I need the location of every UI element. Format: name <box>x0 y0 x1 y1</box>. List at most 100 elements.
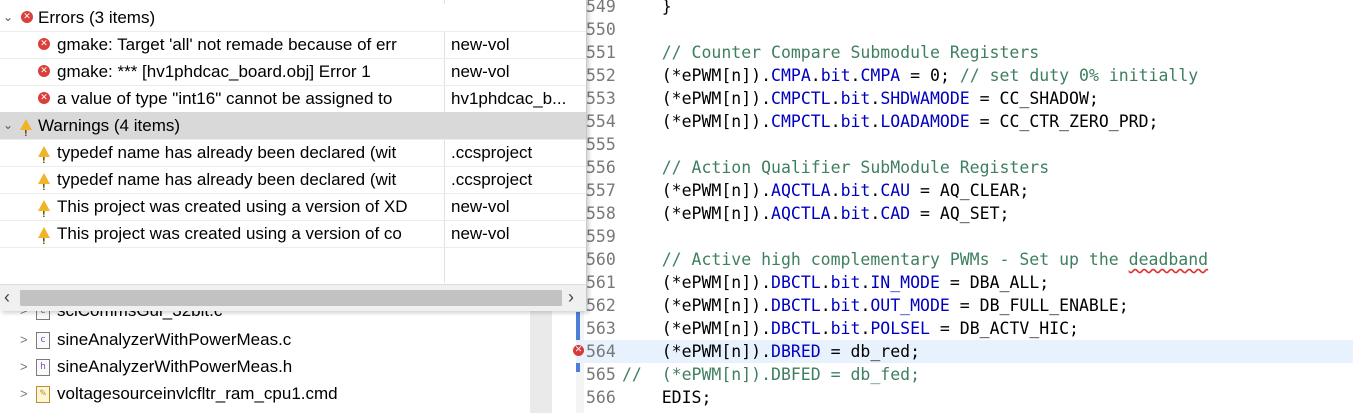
code-line[interactable]: 550 <box>576 18 1353 41</box>
code-text[interactable]: (*ePWM[n]).CMPCTL.bit.LOADAMODE = CC_CTR… <box>622 110 1159 133</box>
chevron-down-icon[interactable]: ⌄ <box>3 112 13 139</box>
code-token: (*ePWM[n]). <box>622 273 772 292</box>
code-line[interactable]: 551 // Counter Compare Submodule Registe… <box>576 41 1353 64</box>
code-text[interactable]: (*ePWM[n]).AQCTLA.bit.CAD = AQ_SET; <box>622 202 1010 225</box>
chevron-right-icon[interactable]: > <box>20 353 28 380</box>
code-line[interactable]: 561 (*ePWM[n]).DBCTL.bit.IN_MODE = DBA_A… <box>576 271 1353 294</box>
code-line[interactable]: 560 // Active high complementary PWMs - … <box>576 248 1353 271</box>
code-token: CAD <box>880 204 911 223</box>
code-token: . <box>860 296 871 315</box>
code-token: bit <box>830 319 861 338</box>
chevron-right-icon[interactable]: > <box>20 380 28 407</box>
chevron-right-icon[interactable]: > <box>20 326 28 353</box>
problem-description: gmake: Target 'all' not remade because o… <box>57 35 397 54</box>
code-line[interactable]: 552 (*ePWM[n]).CMPA.bit.CMPA = 0; // set… <box>576 64 1353 87</box>
code-line[interactable]: 563 (*ePWM[n]).DBCTL.bit.POLSEL = DB_ACT… <box>576 317 1353 340</box>
problem-row[interactable]: typedef name has already been declared (… <box>0 166 586 201</box>
code-line[interactable]: 558 (*ePWM[n]).AQCTLA.bit.CAD = AQ_SET; <box>576 202 1353 225</box>
code-text[interactable]: (*ePWM[n]).DBCTL.bit.OUT_MODE = DB_FULL_… <box>622 294 1129 317</box>
code-text[interactable]: (*ePWM[n]).DBCTL.bit.POLSEL = DB_ACTV_HI… <box>622 317 1079 340</box>
code-token: . <box>870 89 881 108</box>
code-text[interactable]: (*ePWM[n]).CMPCTL.bit.SHDWAMODE = CC_SHA… <box>622 87 1099 110</box>
code-text[interactable]: // Active high complementary PWMs - Set … <box>622 248 1208 271</box>
code-token: DBCTL <box>771 273 821 292</box>
tree-item[interactable]: > c sineAnalyzerWithPowerMeas.c <box>0 326 530 353</box>
code-token: bit <box>820 66 851 85</box>
problem-resource: .ccsproject <box>451 143 533 162</box>
code-token: . <box>870 112 881 131</box>
code-line[interactable]: 553 (*ePWM[n]).CMPCTL.bit.SHDWAMODE = CC… <box>576 87 1353 110</box>
code-text[interactable]: EDIS; <box>622 386 712 409</box>
problem-row[interactable]: ✕ a value of type "int16" cannot be assi… <box>0 85 586 113</box>
tree-item[interactable]: > h sineAnalyzerWithPowerMeas.h <box>0 353 530 380</box>
warning-icon <box>38 227 50 255</box>
error-icon: ✕ <box>38 65 50 77</box>
code-token: DBRED <box>771 342 821 361</box>
line-number: 563 <box>586 319 616 338</box>
scroll-left-icon[interactable]: ‹ <box>4 287 10 307</box>
code-token: . <box>870 204 881 223</box>
line-number: 560 <box>586 250 616 269</box>
problems-group-warnings[interactable]: ⌄ Warnings (4 items) <box>0 112 586 147</box>
scroll-right-icon[interactable]: › <box>568 287 574 307</box>
warning-icon <box>38 200 50 228</box>
code-token: . <box>830 181 841 200</box>
code-text[interactable]: (*ePWM[n]).DBCTL.bit.IN_MODE = DBA_ALL; <box>622 271 1049 294</box>
problem-resource: new-vol <box>451 62 510 81</box>
code-text[interactable]: // Action Qualifier SubModule Registers <box>622 156 1049 179</box>
line-number: 558 <box>586 204 616 223</box>
code-token: EDIS; <box>622 388 712 407</box>
explorer-scrollbar[interactable] <box>530 310 552 413</box>
problem-row[interactable]: typedef name has already been declared (… <box>0 139 586 174</box>
problems-view: ⌄ ✕ Errors (3 items) ✕ gmake: Target 'al… <box>0 0 587 311</box>
code-token: deadband <box>1128 250 1209 269</box>
code-token: . <box>830 204 841 223</box>
scrollbar-thumb[interactable] <box>20 290 562 306</box>
code-line[interactable]: 557 (*ePWM[n]).AQCTLA.bit.CAU = AQ_CLEAR… <box>576 179 1353 202</box>
line-number: 552 <box>586 66 616 85</box>
problem-row[interactable]: ✕ gmake: *** [hv1phdcac_board.obj] Error… <box>0 58 586 86</box>
code-line[interactable]: 565 // (*ePWM[n]).DBFED = db_fed; <box>576 363 1353 386</box>
code-token: = db_red; <box>820 342 921 361</box>
code-line[interactable]: 554 (*ePWM[n]).CMPCTL.bit.LOADAMODE = CC… <box>576 110 1353 133</box>
code-text[interactable]: } <box>622 0 672 18</box>
problems-group-errors[interactable]: ⌄ ✕ Errors (3 items) <box>0 4 586 32</box>
code-text[interactable]: // (*ePWM[n]).DBFED = db_fed; <box>622 363 920 386</box>
problem-row[interactable]: This project was created using a version… <box>0 220 586 255</box>
code-line[interactable]: 564 ✕ (*ePWM[n]).DBRED = db_red; <box>573 340 1353 363</box>
code-text[interactable]: (*ePWM[n]).CMPA.bit.CMPA = 0; // set dut… <box>622 64 1199 87</box>
code-token: CMPA <box>860 66 901 85</box>
code-token: // (*ePWM[n]).DBFED = db_fed; <box>622 365 921 384</box>
code-line[interactable]: 549 } <box>576 0 1353 18</box>
code-text[interactable]: // Counter Compare Submodule Registers <box>622 41 1040 64</box>
code-line[interactable]: 556 // Action Qualifier SubModule Regist… <box>576 156 1353 179</box>
warning-icon <box>38 146 50 174</box>
code-token: bit <box>840 204 871 223</box>
tree-item-label: sineAnalyzerWithPowerMeas.c <box>57 330 292 349</box>
problem-description: typedef name has already been declared (… <box>57 170 397 189</box>
tree-item[interactable]: > ✎ voltagesourceinvlcfltr_ram_cpu1.cmd <box>0 380 530 407</box>
chevron-down-icon[interactable]: ⌄ <box>3 4 13 31</box>
line-number: 565 <box>586 365 616 384</box>
code-line[interactable]: 566 EDIS; <box>576 386 1353 409</box>
problem-row[interactable]: ✕ gmake: Target 'all' not remade because… <box>0 31 586 59</box>
error-marker-icon[interactable]: ✕ <box>573 345 584 356</box>
code-line[interactable]: 562 (*ePWM[n]).DBCTL.bit.OUT_MODE = DB_F… <box>576 294 1353 317</box>
warning-icon <box>38 173 50 201</box>
problem-row[interactable]: This project was created using a version… <box>0 193 586 228</box>
tree-item-label: sineAnalyzerWithPowerMeas.h <box>57 357 293 376</box>
code-text[interactable]: (*ePWM[n]).DBRED = db_red; <box>622 340 920 363</box>
horizontal-scrollbar[interactable]: ‹ › <box>0 284 586 311</box>
code-line[interactable]: 555 <box>576 133 1353 156</box>
line-number: 553 <box>586 89 616 108</box>
code-token: (*ePWM[n]). <box>622 181 772 200</box>
code-token: CAU <box>880 181 911 200</box>
code-editor[interactable]: 549 } 550 551 // Counter Compare Submodule… <box>573 0 1353 413</box>
code-line[interactable]: 559 <box>576 225 1353 248</box>
problem-resource: .ccsproject <box>451 170 533 189</box>
code-text[interactable]: (*ePWM[n]).AQCTLA.bit.CAU = AQ_CLEAR; <box>622 179 1030 202</box>
problem-description: typedef name has already been declared (… <box>57 143 397 162</box>
code-token: . <box>860 319 871 338</box>
code-token: bit <box>840 112 871 131</box>
tree-item-label: voltagesourceinvlcfltr_ram_cpu1.cmd <box>57 384 338 403</box>
